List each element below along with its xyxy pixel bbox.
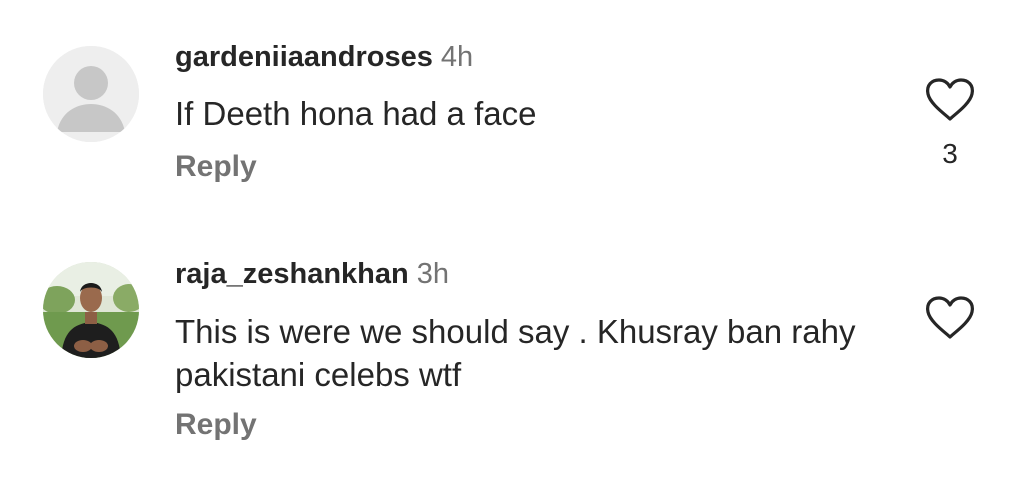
avatar[interactable]	[43, 262, 139, 358]
comment-item: gardeniiaandroses 4h If Deeth hona had a …	[0, 0, 1024, 220]
profile-photo	[43, 262, 139, 358]
avatar[interactable]	[43, 46, 139, 142]
comment-header: raja_zeshankhan 3h	[175, 257, 449, 291]
comment-item: raja_zeshankhan 3h This is were we should…	[0, 220, 1024, 489]
comment-text: This is were we should say . Khusray ban…	[175, 313, 856, 393]
like-button[interactable]	[922, 76, 978, 124]
default-avatar-icon	[43, 46, 139, 142]
timestamp: 4h	[440, 41, 474, 73]
like-button[interactable]	[922, 294, 978, 342]
username[interactable]: raja_zeshankhan	[175, 258, 409, 290]
username[interactable]: gardeniiaandroses	[175, 41, 433, 73]
comment-text: If Deeth hona had a face	[175, 95, 537, 132]
heart-icon	[926, 296, 974, 339]
like-count: 3	[942, 138, 958, 169]
reply-button[interactable]: Reply	[175, 149, 257, 185]
comment-header: gardeniiaandroses 4h	[175, 40, 473, 74]
timestamp: 3h	[416, 258, 449, 290]
heart-icon	[926, 78, 974, 121]
reply-button[interactable]: Reply	[175, 407, 257, 443]
